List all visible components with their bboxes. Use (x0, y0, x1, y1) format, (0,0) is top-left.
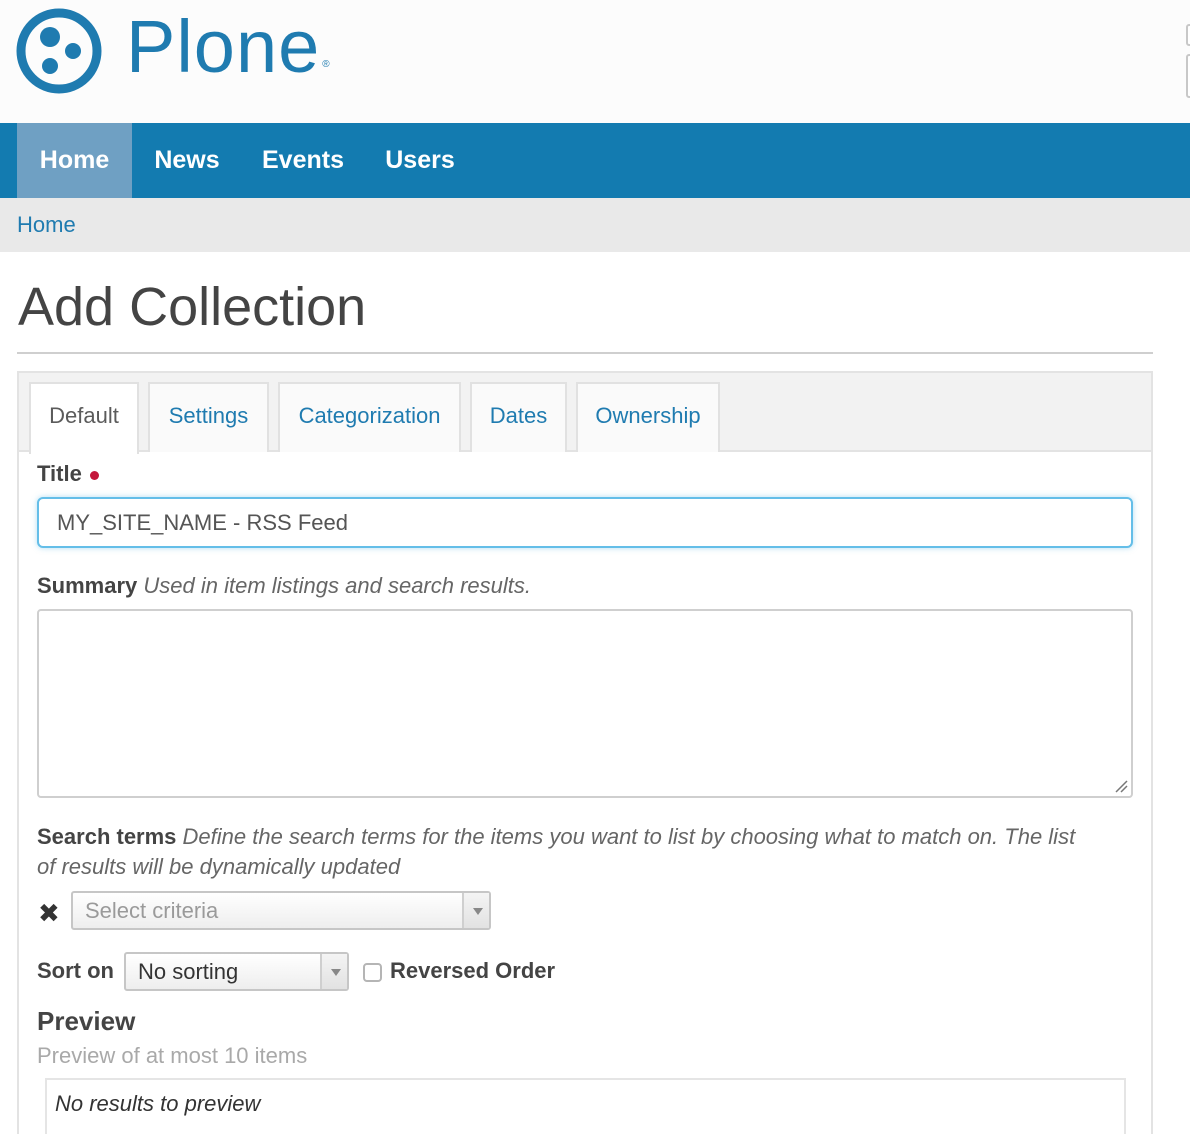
title-divider (17, 352, 1153, 354)
search-terms-help-line2: of results will be dynamically updated (37, 854, 401, 879)
select-criteria-dropdown[interactable]: Select criteria (71, 891, 491, 930)
tab-categorization[interactable]: Categorization (278, 382, 461, 452)
site-logo[interactable]: Plone ® (16, 5, 331, 94)
title-label: Title (37, 461, 99, 487)
tab-settings[interactable]: Settings (148, 382, 269, 452)
summary-textarea[interactable] (37, 609, 1133, 798)
remove-criteria-close-icon[interactable]: ✖ (38, 898, 60, 928)
tab-ownership[interactable]: Ownership (576, 382, 720, 452)
summary-label: Summary Used in item listings and search… (37, 573, 531, 599)
preview-subtitle: Preview of at most 10 items (37, 1043, 308, 1068)
chevron-down-icon (462, 893, 489, 928)
select-criteria-placeholder: Select criteria (85, 898, 219, 923)
summary-help: Used in item listings and search results… (143, 573, 532, 598)
breadcrumb-home-link[interactable]: Home (17, 212, 76, 238)
logo-wordmark: Plone ® (126, 5, 331, 88)
search-terms-label-text: Search terms (37, 824, 177, 849)
resize-grip-icon[interactable] (1114, 779, 1128, 793)
nav-item-news[interactable]: News (132, 123, 242, 198)
nav-item-events[interactable]: Events (242, 123, 364, 198)
header-control-top[interactable] (1186, 24, 1190, 46)
main-navigation: Home News Events Users (0, 123, 1190, 198)
sort-on-select[interactable]: No sorting (124, 952, 349, 991)
breadcrumb: Home (0, 198, 1190, 252)
title-input[interactable]: MY_SITE_NAME - RSS Feed (37, 497, 1133, 548)
tab-default[interactable]: Default (29, 382, 139, 454)
nav-item-home[interactable]: Home (17, 123, 132, 198)
page-title: Add Collection (18, 277, 367, 337)
search-terms-label: Search terms Define the search terms for… (37, 822, 1087, 882)
title-label-text: Title (37, 461, 82, 486)
chevron-down-icon (320, 954, 347, 989)
sort-on-value: No sorting (138, 959, 239, 984)
registered-mark: ® (322, 59, 331, 70)
search-terms-help: Define the search terms for the items yo… (182, 824, 1076, 849)
sort-on-label: Sort on (37, 958, 114, 983)
plone-logo-icon (16, 8, 102, 94)
preview-heading: Preview (37, 1006, 136, 1036)
header-control-bottom[interactable] (1186, 54, 1190, 98)
tab-dates[interactable]: Dates (470, 382, 567, 452)
nav-item-users[interactable]: Users (364, 123, 476, 198)
site-header: Plone ® (0, 0, 1190, 123)
reversed-order-label[interactable]: Reversed Order (390, 958, 555, 984)
reversed-order-checkbox[interactable] (363, 963, 382, 982)
form-tabs: Default Settings Categorization Dates Ow… (19, 373, 1151, 454)
preview-empty-message: No results to preview (55, 1091, 261, 1116)
summary-label-text: Summary (37, 573, 138, 598)
required-indicator-icon (89, 471, 99, 480)
